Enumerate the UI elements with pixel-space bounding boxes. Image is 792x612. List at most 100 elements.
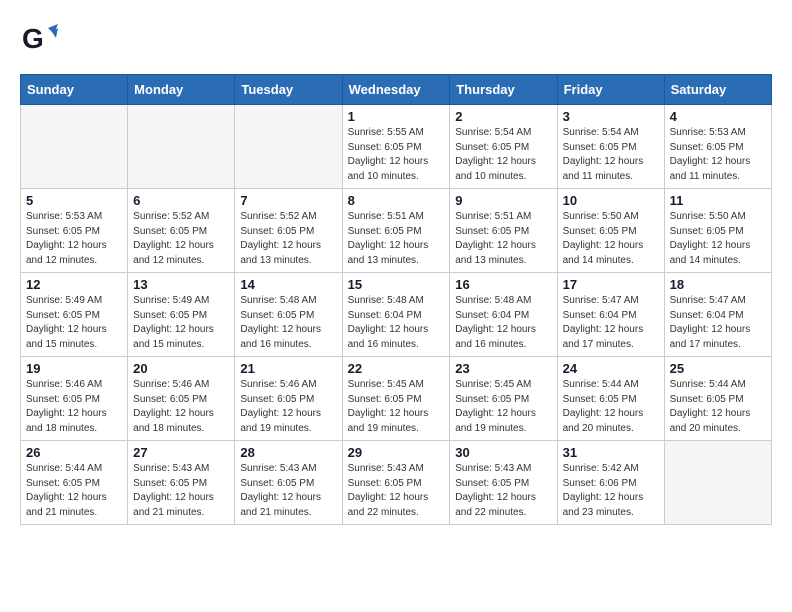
calendar-cell: 27 Sunrise: 5:43 AM Sunset: 6:05 PM Dayli…	[128, 441, 235, 525]
day-info: Sunrise: 5:48 AM Sunset: 6:04 PM Dayligh…	[455, 294, 551, 352]
weekday-header-saturday: Saturday	[664, 75, 771, 105]
calendar-cell: 30 Sunrise: 5:43 AM Sunset: 6:05 PM Dayli…	[450, 441, 557, 525]
calendar-cell: 10Sunrise: 5:50 AM Sunset: 6:05 PM Dayli…	[557, 189, 664, 273]
calendar-cell: 31 Sunrise: 5:42 AM Sunset: 6:06 PM Dayli…	[557, 441, 664, 525]
day-number: 26	[26, 445, 122, 460]
calendar-cell: 21 Sunrise: 5:46 AM Sunset: 6:05 PM Dayli…	[235, 357, 342, 441]
calendar-cell: 22Sunrise: 5:45 AM Sunset: 6:05 PM Dayli…	[342, 357, 450, 441]
weekday-header-monday: Monday	[128, 75, 235, 105]
day-number: 7	[240, 193, 336, 208]
day-info: Sunrise: 5:47 AM Sunset: 6:04 PM Dayligh…	[563, 294, 659, 352]
day-info: Sunrise: 5:47 AM Sunset: 6:04 PM Dayligh…	[670, 294, 766, 352]
day-info: Sunrise: 5:53 AM Sunset: 6:05 PM Dayligh…	[26, 210, 122, 268]
calendar-cell	[21, 105, 128, 189]
calendar-cell: 12 Sunrise: 5:49 AM Sunset: 6:05 PM Dayli…	[21, 273, 128, 357]
day-number: 5	[26, 193, 122, 208]
day-info: Sunrise: 5:44 AM Sunset: 6:05 PM Dayligh…	[26, 462, 122, 520]
day-info: Sunrise: 5:44 AM Sunset: 6:05 PM Dayligh…	[563, 378, 659, 436]
calendar-cell	[664, 441, 771, 525]
logo-icon: G	[20, 20, 58, 58]
calendar-cell: 1Sunrise: 5:55 AM Sunset: 6:05 PM Daylig…	[342, 105, 450, 189]
calendar-cell: 28 Sunrise: 5:43 AM Sunset: 6:05 PM Dayli…	[235, 441, 342, 525]
weekday-header-friday: Friday	[557, 75, 664, 105]
day-number: 3	[563, 109, 659, 124]
day-number: 23	[455, 361, 551, 376]
calendar-cell: 25 Sunrise: 5:44 AM Sunset: 6:05 PM Dayli…	[664, 357, 771, 441]
page-header: G	[20, 20, 772, 58]
calendar-cell: 11 Sunrise: 5:50 AM Sunset: 6:05 PM Dayli…	[664, 189, 771, 273]
calendar-cell: 26 Sunrise: 5:44 AM Sunset: 6:05 PM Dayli…	[21, 441, 128, 525]
calendar-cell: 2 Sunrise: 5:54 AM Sunset: 6:05 PM Daylig…	[450, 105, 557, 189]
day-info: Sunrise: 5:48 AM Sunset: 6:04 PM Dayligh…	[348, 294, 445, 352]
day-number: 27	[133, 445, 229, 460]
calendar-cell: 7 Sunrise: 5:52 AM Sunset: 6:05 PM Daylig…	[235, 189, 342, 273]
calendar-cell: 19Sunrise: 5:46 AM Sunset: 6:05 PM Dayli…	[21, 357, 128, 441]
calendar-cell: 16 Sunrise: 5:48 AM Sunset: 6:04 PM Dayli…	[450, 273, 557, 357]
day-number: 21	[240, 361, 336, 376]
calendar-cell: 29Sunrise: 5:43 AM Sunset: 6:05 PM Dayli…	[342, 441, 450, 525]
day-info: Sunrise: 5:43 AM Sunset: 6:05 PM Dayligh…	[348, 462, 445, 520]
day-info: Sunrise: 5:43 AM Sunset: 6:05 PM Dayligh…	[133, 462, 229, 520]
calendar-cell: 3 Sunrise: 5:54 AM Sunset: 6:05 PM Daylig…	[557, 105, 664, 189]
weekday-header-sunday: Sunday	[21, 75, 128, 105]
calendar-cell: 24 Sunrise: 5:44 AM Sunset: 6:05 PM Dayli…	[557, 357, 664, 441]
day-info: Sunrise: 5:43 AM Sunset: 6:05 PM Dayligh…	[240, 462, 336, 520]
day-number: 24	[563, 361, 659, 376]
week-row-3: 12 Sunrise: 5:49 AM Sunset: 6:05 PM Dayli…	[21, 273, 772, 357]
day-info: Sunrise: 5:51 AM Sunset: 6:05 PM Dayligh…	[455, 210, 551, 268]
day-number: 15	[348, 277, 445, 292]
day-number: 20	[133, 361, 229, 376]
day-number: 25	[670, 361, 766, 376]
day-number: 31	[563, 445, 659, 460]
weekday-header-tuesday: Tuesday	[235, 75, 342, 105]
day-number: 18	[670, 277, 766, 292]
calendar-table: SundayMondayTuesdayWednesdayThursdayFrid…	[20, 74, 772, 525]
calendar-cell: 13Sunrise: 5:49 AM Sunset: 6:05 PM Dayli…	[128, 273, 235, 357]
day-number: 11	[670, 193, 766, 208]
day-info: Sunrise: 5:45 AM Sunset: 6:05 PM Dayligh…	[348, 378, 445, 436]
day-info: Sunrise: 5:46 AM Sunset: 6:05 PM Dayligh…	[240, 378, 336, 436]
day-info: Sunrise: 5:48 AM Sunset: 6:05 PM Dayligh…	[240, 294, 336, 352]
calendar-cell: 15 Sunrise: 5:48 AM Sunset: 6:04 PM Dayli…	[342, 273, 450, 357]
weekday-header-thursday: Thursday	[450, 75, 557, 105]
day-number: 2	[455, 109, 551, 124]
calendar-cell: 14Sunrise: 5:48 AM Sunset: 6:05 PM Dayli…	[235, 273, 342, 357]
calendar-cell: 9 Sunrise: 5:51 AM Sunset: 6:05 PM Daylig…	[450, 189, 557, 273]
day-number: 16	[455, 277, 551, 292]
day-number: 10	[563, 193, 659, 208]
day-info: Sunrise: 5:50 AM Sunset: 6:05 PM Dayligh…	[670, 210, 766, 268]
weekday-header-row: SundayMondayTuesdayWednesdayThursdayFrid…	[21, 75, 772, 105]
logo: G	[20, 20, 64, 58]
day-number: 9	[455, 193, 551, 208]
day-info: Sunrise: 5:43 AM Sunset: 6:05 PM Dayligh…	[455, 462, 551, 520]
day-info: Sunrise: 5:44 AM Sunset: 6:05 PM Dayligh…	[670, 378, 766, 436]
day-number: 8	[348, 193, 445, 208]
day-info: Sunrise: 5:49 AM Sunset: 6:05 PM Dayligh…	[26, 294, 122, 352]
calendar-cell	[128, 105, 235, 189]
week-row-2: 5 Sunrise: 5:53 AM Sunset: 6:05 PM Daylig…	[21, 189, 772, 273]
day-number: 28	[240, 445, 336, 460]
day-info: Sunrise: 5:42 AM Sunset: 6:06 PM Dayligh…	[563, 462, 659, 520]
calendar-cell: 6Sunrise: 5:52 AM Sunset: 6:05 PM Daylig…	[128, 189, 235, 273]
day-info: Sunrise: 5:53 AM Sunset: 6:05 PM Dayligh…	[670, 126, 766, 184]
calendar-cell: 23 Sunrise: 5:45 AM Sunset: 6:05 PM Dayli…	[450, 357, 557, 441]
week-row-4: 19 Sunrise: 5:46 AM Sunset: 6:05 PM Dayli…	[21, 357, 772, 441]
day-info: Sunrise: 5:52 AM Sunset: 6:05 PM Dayligh…	[240, 210, 336, 268]
day-info: Sunrise: 5:51 AM Sunset: 6:05 PM Dayligh…	[348, 210, 445, 268]
day-number: 17	[563, 277, 659, 292]
day-number: 19	[26, 361, 122, 376]
week-row-1: 1Sunrise: 5:55 AM Sunset: 6:05 PM Daylig…	[21, 105, 772, 189]
week-row-5: 26 Sunrise: 5:44 AM Sunset: 6:05 PM Dayli…	[21, 441, 772, 525]
day-number: 1	[348, 109, 445, 124]
day-info: Sunrise: 5:54 AM Sunset: 6:05 PM Dayligh…	[563, 126, 659, 184]
calendar-cell: 18 Sunrise: 5:47 AM Sunset: 6:04 PM Dayli…	[664, 273, 771, 357]
day-info: Sunrise: 5:45 AM Sunset: 6:05 PM Dayligh…	[455, 378, 551, 436]
day-info: Sunrise: 5:54 AM Sunset: 6:05 PM Dayligh…	[455, 126, 551, 184]
day-number: 30	[455, 445, 551, 460]
day-info: Sunrise: 5:52 AM Sunset: 6:05 PM Dayligh…	[133, 210, 229, 268]
calendar-cell: 4Sunrise: 5:53 AM Sunset: 6:05 PM Daylig…	[664, 105, 771, 189]
calendar-cell: 8 Sunrise: 5:51 AM Sunset: 6:05 PM Daylig…	[342, 189, 450, 273]
weekday-header-wednesday: Wednesday	[342, 75, 450, 105]
day-number: 12	[26, 277, 122, 292]
day-number: 13	[133, 277, 229, 292]
